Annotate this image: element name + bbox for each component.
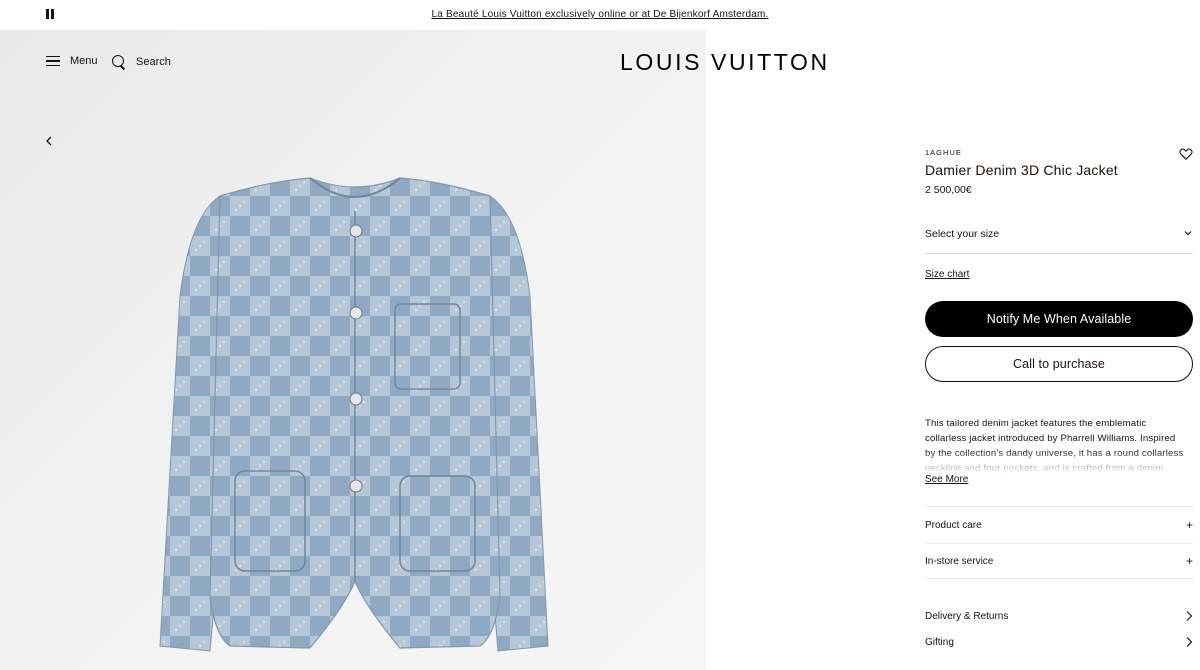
chevron-right-icon	[1185, 636, 1193, 648]
product-gallery	[0, 30, 706, 670]
see-more-link[interactable]: See More	[925, 474, 968, 485]
plus-icon: +	[1185, 518, 1193, 532]
hamburger-icon	[46, 55, 60, 67]
notify-me-button[interactable]: Notify Me When Available	[925, 301, 1193, 337]
size-select[interactable]: Select your size	[925, 220, 1193, 254]
accordion-product-care[interactable]: Product care +	[925, 506, 1193, 543]
announcement-bar: La Beauté Louis Vuitton exclusively onli…	[0, 0, 1200, 30]
call-to-purchase-button[interactable]: Call to purchase	[925, 346, 1193, 382]
menu-label: Menu	[70, 55, 98, 67]
product-sku: 1AGHUE	[925, 148, 962, 157]
product-image	[159, 177, 549, 652]
product-price: 2 500,00€	[925, 184, 972, 196]
link-delivery-returns[interactable]: Delivery & Returns	[925, 603, 1193, 629]
accordion-label: In-store service	[925, 555, 994, 567]
accordion-label: Product care	[925, 519, 982, 531]
size-chart-link[interactable]: Size chart	[925, 269, 969, 280]
chevron-left-icon	[46, 136, 52, 146]
search-label: Search	[136, 56, 171, 68]
accordion-in-store-service[interactable]: In-store service +	[925, 543, 1193, 579]
plus-icon: +	[1185, 554, 1193, 568]
previous-image-button[interactable]	[43, 134, 55, 148]
link-gifting[interactable]: Gifting	[925, 629, 1193, 655]
brand-logo[interactable]: LOUIS VUITTON	[620, 49, 830, 76]
link-label: Gifting	[925, 636, 954, 648]
link-label: Delivery & Returns	[925, 610, 1009, 622]
product-description: This tailored denim jacket features the …	[925, 416, 1187, 474]
wishlist-button[interactable]	[1179, 147, 1193, 161]
chevron-right-icon	[1185, 610, 1193, 622]
size-select-label: Select your size	[925, 228, 1000, 240]
chevron-down-icon	[1183, 228, 1193, 238]
search-button[interactable]: Search	[112, 55, 171, 69]
search-icon	[112, 55, 126, 69]
heart-icon	[1179, 148, 1193, 160]
menu-button[interactable]: Menu	[46, 55, 98, 67]
product-title: Damier Denim 3D Chic Jacket	[925, 162, 1118, 178]
announcement-link[interactable]: La Beauté Louis Vuitton exclusively onli…	[0, 9, 1200, 20]
